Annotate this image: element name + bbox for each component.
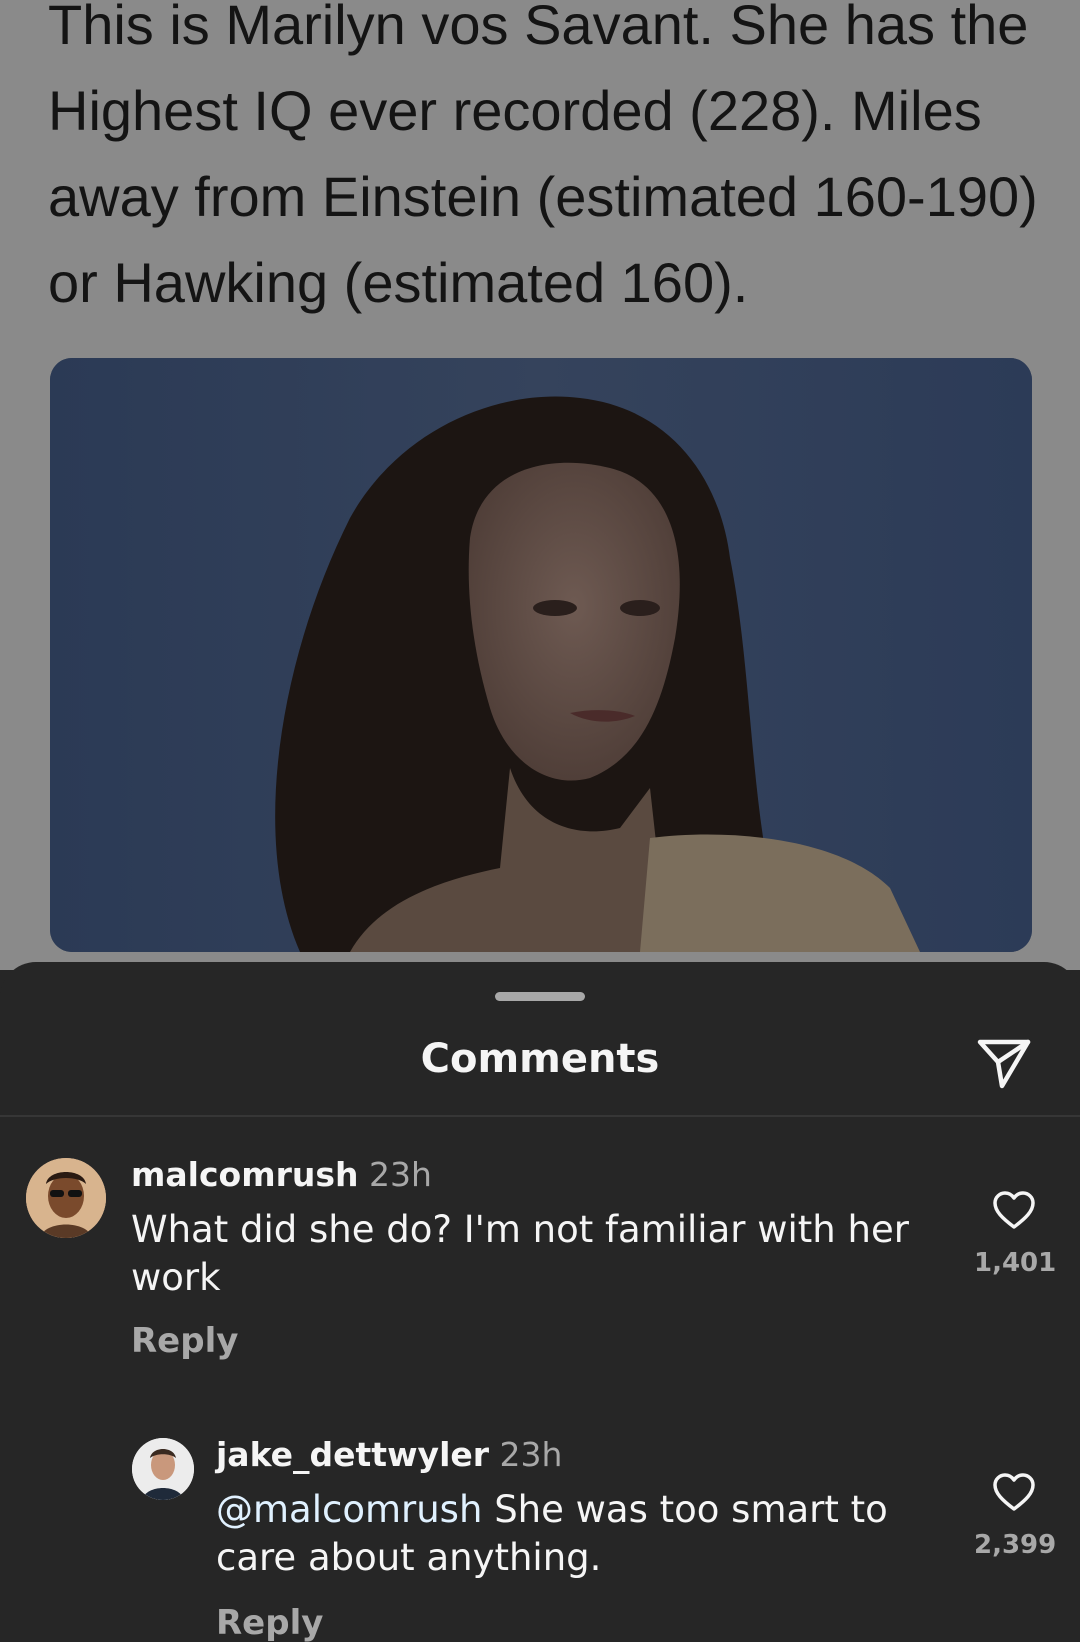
portrait-image (50, 358, 1032, 952)
post-caption: This is Marilyn vos Savant. She has the … (48, 0, 1038, 314)
sheet-title: Comments (420, 1036, 660, 1082)
avatar[interactable] (26, 1158, 106, 1238)
like-area: 1,401 (974, 1190, 1057, 1278)
paper-plane-icon (977, 1039, 1031, 1089)
mention-link[interactable]: @malcomrush (216, 1488, 482, 1531)
heart-outline-icon[interactable] (992, 1190, 1036, 1230)
drag-handle[interactable] (495, 992, 585, 1001)
comments-sheet: Comments malcomrush 23h What did she do?… (0, 962, 1080, 1642)
comment-time: 23h (369, 1155, 432, 1194)
avatar[interactable] (132, 1438, 194, 1500)
share-button[interactable] (972, 1032, 1036, 1092)
reply-button[interactable]: Reply (131, 1320, 238, 1362)
comment-text: What did she do? I'm not familiar with h… (131, 1208, 909, 1299)
reply-button[interactable]: Reply (216, 1602, 323, 1642)
like-count: 1,401 (974, 1248, 1057, 1278)
heart-outline-icon[interactable] (992, 1472, 1036, 1512)
like-count: 2,399 (974, 1530, 1057, 1560)
avatar-image (26, 1158, 106, 1238)
header-divider (0, 1115, 1080, 1117)
post: This is Marilyn vos Savant. She has the … (0, 0, 1080, 970)
comment-username[interactable]: jake_dettwyler (216, 1435, 489, 1474)
screen: This is Marilyn vos Savant. She has the … (0, 0, 1080, 1642)
post-photo[interactable] (50, 358, 1032, 952)
comment-time: 23h (499, 1435, 563, 1474)
comment-username[interactable]: malcomrush (131, 1155, 359, 1194)
comment-header: malcomrush 23h (131, 1154, 432, 1196)
comment-text: @malcomrush She was too smart to care ab… (216, 1486, 916, 1582)
like-area: 2,399 (974, 1472, 1057, 1560)
comment-header: jake_dettwyler 23h (216, 1434, 562, 1476)
avatar-image (132, 1438, 194, 1500)
